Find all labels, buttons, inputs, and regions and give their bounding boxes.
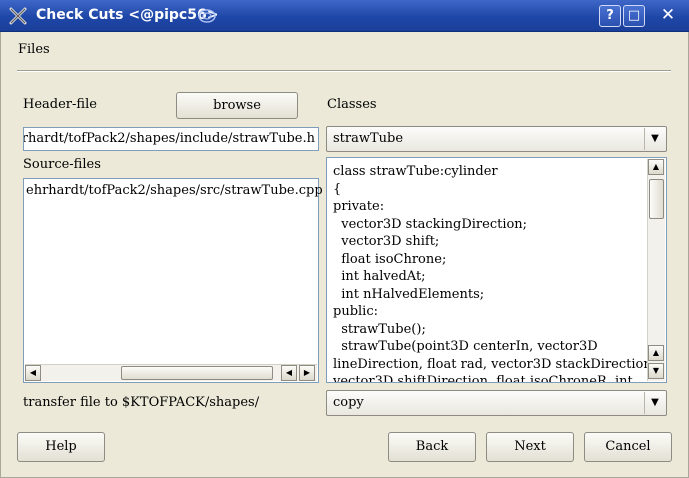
window-title: Check Cuts <@pipc56> xyxy=(36,7,219,23)
swirl-icon xyxy=(198,9,216,23)
close-button[interactable]: ✕ xyxy=(657,5,679,27)
scrollbar-thumb[interactable] xyxy=(121,366,273,380)
code-line: float isoChrone; xyxy=(333,251,447,267)
back-button[interactable]: Back xyxy=(388,432,476,462)
code-line: vector3D shiftDirection, float isoChrone… xyxy=(333,374,633,383)
arrow-left-icon[interactable]: ◀ xyxy=(281,365,297,381)
arrow-left-icon[interactable]: ◀ xyxy=(25,365,41,381)
source-files-label: Source-files xyxy=(23,157,101,172)
code-line: int halvedAt; xyxy=(333,269,426,284)
source-files-list[interactable]: ehrhardt/tofPack2/shapes/src/strawTube.c… xyxy=(23,178,323,383)
header-file-input[interactable]: rhardt/tofPack2/shapes/include/strawTube… xyxy=(23,127,319,151)
header-file-value: rhardt/tofPack2/shapes/include/strawTube… xyxy=(23,131,315,146)
transfer-label: transfer file to $KTOFPACK/shapes/ xyxy=(23,395,260,410)
classes-select[interactable]: strawTube ▼ xyxy=(326,126,667,152)
next-button[interactable]: Next xyxy=(486,432,574,462)
arrow-right-icon[interactable]: ▶ xyxy=(299,365,315,381)
help-button[interactable]: Help xyxy=(17,432,105,462)
transfer-mode-select[interactable]: copy ▼ xyxy=(326,390,667,416)
browse-button[interactable]: browse xyxy=(176,92,298,119)
separator xyxy=(17,70,671,72)
title-bar[interactable]: Check Cuts <@pipc56> ? □ ✕ xyxy=(0,0,689,32)
code-line: int nHalvedElements; xyxy=(333,286,485,302)
app-icon xyxy=(9,7,27,25)
code-line: public: xyxy=(333,304,378,319)
code-line: lineDirection, float rad, vector3D stack… xyxy=(333,356,656,372)
arrow-up-icon[interactable]: ▲ xyxy=(648,345,664,361)
list-item[interactable]: ehrhardt/tofPack2/shapes/src/strawTube.c… xyxy=(26,183,323,198)
help-title-button[interactable]: ? xyxy=(599,5,621,27)
horizontal-scrollbar[interactable]: ◀ ◀ ▶ xyxy=(25,364,317,381)
maximize-button[interactable]: □ xyxy=(623,5,645,27)
code-line: { xyxy=(333,181,342,197)
code-line: vector3D stackingDirection; xyxy=(333,216,528,232)
header-file-label: Header-file xyxy=(23,97,97,112)
code-lines: class strawTube:cylinder { private: vect… xyxy=(333,163,656,383)
code-line: class strawTube:cylinder xyxy=(333,164,498,179)
code-line: private: xyxy=(333,199,385,214)
classes-selected-value: strawTube xyxy=(333,131,404,146)
chevron-down-icon: ▼ xyxy=(644,392,665,414)
arrow-down-icon[interactable]: ▼ xyxy=(648,363,664,379)
class-declaration-text[interactable]: class strawTube:cylinder { private: vect… xyxy=(326,157,667,383)
code-line: strawTube(point3D centerIn, vector3D xyxy=(333,339,598,354)
vertical-scrollbar[interactable]: ▲ ▲ ▼ xyxy=(647,159,665,381)
arrow-up-icon[interactable]: ▲ xyxy=(648,159,664,175)
chevron-down-icon: ▼ xyxy=(644,128,665,150)
scrollbar-thumb[interactable] xyxy=(649,179,664,219)
code-line: strawTube(); xyxy=(333,321,426,337)
cancel-button[interactable]: Cancel xyxy=(584,432,672,462)
classes-label: Classes xyxy=(327,97,377,112)
page-title: Files xyxy=(18,42,50,57)
code-line: vector3D shift; xyxy=(333,234,440,249)
transfer-mode-value: copy xyxy=(333,395,364,410)
